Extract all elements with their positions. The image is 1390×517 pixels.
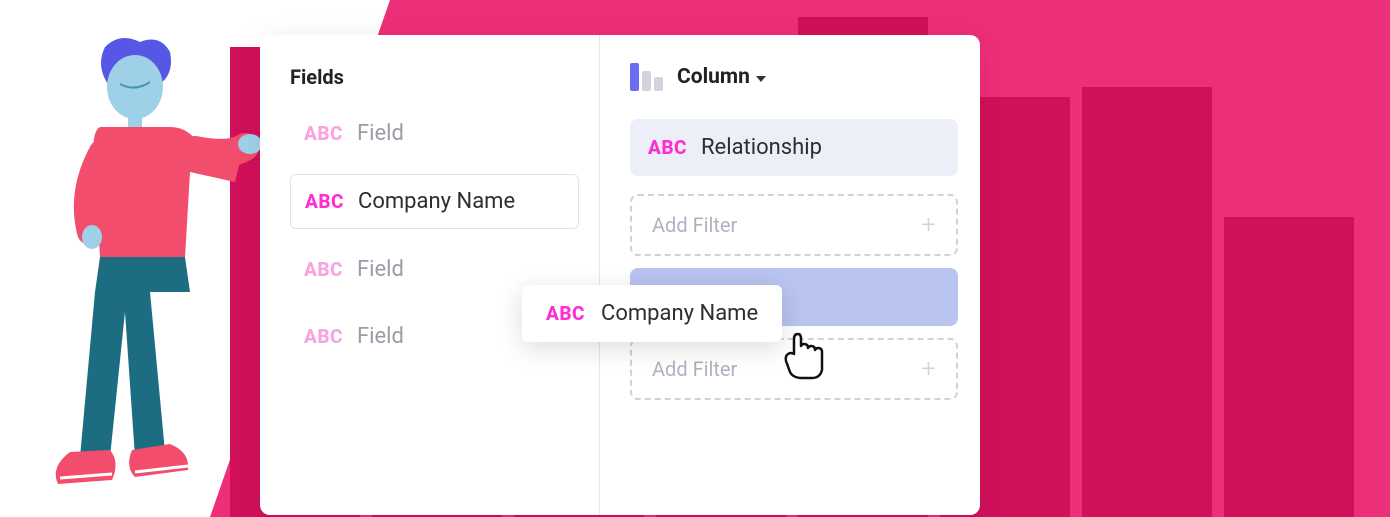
- add-filter-label: Add Filter: [652, 357, 737, 381]
- plus-icon: +: [921, 356, 936, 382]
- add-filter-button[interactable]: Add Filter +: [630, 194, 958, 256]
- field-label: Field: [357, 121, 404, 146]
- field-item[interactable]: ABC Field: [290, 107, 579, 160]
- column-panel: Column ABC Relationship Add Filter + Add…: [600, 35, 980, 515]
- abc-icon: ABC: [304, 325, 343, 348]
- field-item-company-name[interactable]: ABC Company Name: [290, 174, 579, 229]
- abc-icon: ABC: [304, 122, 343, 145]
- relationship-row[interactable]: ABC Relationship: [630, 119, 958, 176]
- abc-icon: ABC: [304, 258, 343, 281]
- add-filter-label: Add Filter: [652, 213, 737, 237]
- relationship-label: Relationship: [701, 135, 822, 160]
- fields-panel: Fields ABC Field ABC Company Name ABC Fi…: [260, 35, 600, 515]
- abc-icon: ABC: [305, 190, 344, 213]
- drag-chip[interactable]: ABC Company Name: [522, 285, 782, 342]
- fields-title: Fields: [290, 65, 579, 89]
- abc-icon: ABC: [546, 302, 585, 325]
- cursor-hand-icon: [780, 328, 826, 382]
- abc-icon: ABC: [648, 136, 687, 159]
- field-label: Field: [357, 324, 404, 349]
- builder-panel: Fields ABC Field ABC Company Name ABC Fi…: [260, 35, 980, 515]
- drag-chip-label: Company Name: [601, 301, 758, 326]
- column-header-label: Column: [677, 65, 766, 89]
- chevron-down-icon: [756, 76, 766, 82]
- column-header[interactable]: Column: [630, 63, 958, 91]
- column-chart-icon: [630, 63, 663, 91]
- character-illustration: [40, 32, 270, 507]
- field-label: Field: [357, 257, 404, 282]
- field-label: Company Name: [358, 189, 515, 214]
- plus-icon: +: [921, 212, 936, 238]
